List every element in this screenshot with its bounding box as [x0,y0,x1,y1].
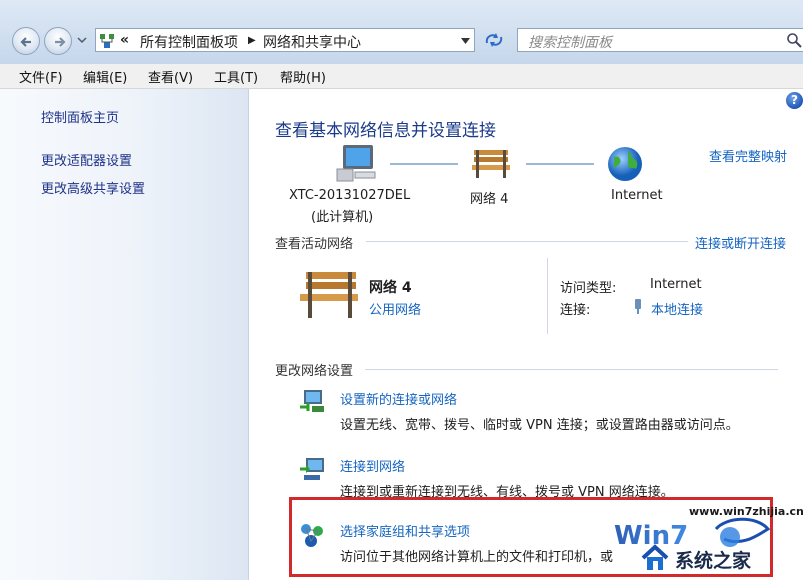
setup-connection-link[interactable]: 设置新的连接或网络 [340,389,457,408]
search-input[interactable]: 搜索控制面板 [517,28,803,52]
map-computer-name: XTC-20131027DEL [289,188,411,203]
map-internet-label: Internet [611,188,663,203]
task-pane: 控制面板主页 更改适配器设置 更改高级共享设置 [0,89,249,580]
address-dropdown-icon[interactable] [461,38,470,44]
connect-disconnect-link[interactable]: 连接或断开连接 [695,233,786,252]
active-network-name: 网络 4 [369,280,412,296]
connect-network-icon [300,458,324,480]
breadcrumb-network-center[interactable]: 网络和共享中心 [263,32,361,52]
refresh-icon[interactable] [484,31,504,49]
vertical-divider [547,258,548,334]
map-network-name: 网络 4 [470,192,509,207]
map-link-line [390,163,458,165]
change-settings-heading: 更改网络设置 [275,364,354,379]
back-arrow-icon [20,37,31,47]
sidebar-item-control-panel-home[interactable]: 控制面板主页 [41,107,119,126]
help-icon[interactable]: ? [786,92,803,109]
setup-connection-desc: 设置无线、宽带、拨号、临时或 VPN 连接；或设置路由器或访问点。 [340,418,739,433]
network-type-link[interactable]: 公用网络 [369,299,421,318]
computer-icon [336,145,376,182]
globe-icon [608,147,642,181]
back-button[interactable] [12,27,40,55]
search-icon[interactable] [786,32,802,48]
search-placeholder: 搜索控制面板 [528,35,612,51]
menu-bar: 文件(F) 编辑(E) 查看(V) 工具(T) 帮助(H) [0,64,803,89]
menu-tools[interactable]: 工具(T) [214,67,258,86]
menu-file[interactable]: 文件(F) [19,67,63,86]
address-bar: « 所有控制面板项 ▶ 网络和共享中心 搜索控制面板 [0,0,803,64]
connections-label: 连接: [560,303,591,318]
sidebar-item-adapter-settings[interactable]: 更改适配器设置 [41,150,132,169]
local-connection-link[interactable]: 本地连接 [651,299,703,318]
network-center-icon [100,34,114,48]
menu-edit[interactable]: 编辑(E) [83,67,127,86]
access-type-label: 访问类型: [560,281,617,296]
forward-arrow-icon [55,37,66,47]
watermark-url: www.win7zhijia.cn [689,505,803,518]
address-field[interactable]: « 所有控制面板项 ▶ 网络和共享中心 [95,28,475,52]
breadcrumb-overflow[interactable]: « [120,32,129,48]
menu-help[interactable]: 帮助(H) [280,67,326,86]
new-connection-icon [300,390,324,412]
forward-button[interactable] [44,27,72,55]
breadcrumb-all-items[interactable]: 所有控制面板项 [140,32,238,52]
map-link-line [526,163,594,165]
map-computer-sub: (此计算机) [311,210,374,225]
active-networks-heading: 查看活动网络 [275,237,354,252]
watermark-brand: 系统之家 [675,550,752,572]
ethernet-plug-icon [635,299,641,314]
sidebar-item-advanced-sharing[interactable]: 更改高级共享设置 [41,178,145,197]
access-type-value: Internet [650,277,702,292]
section-divider [366,241,688,242]
house-icon [641,544,669,570]
section-divider [365,369,778,370]
bench-icon [300,272,358,318]
connect-to-network-link[interactable]: 连接到网络 [340,456,405,475]
menu-view[interactable]: 查看(V) [148,67,193,86]
bench-icon [472,150,510,178]
recent-pages-chevron-icon[interactable] [77,36,87,44]
page-title: 查看基本网络信息并设置连接 [275,121,496,141]
view-full-map-link[interactable]: 查看完整映射 [709,146,787,165]
breadcrumb-separator-icon[interactable]: ▶ [248,35,256,46]
